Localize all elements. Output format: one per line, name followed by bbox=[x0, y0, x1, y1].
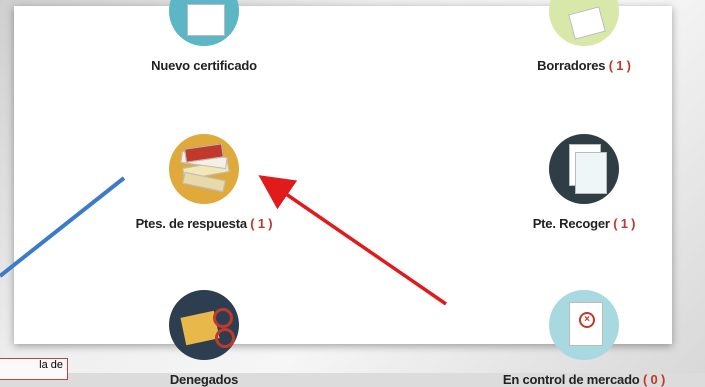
blue-line bbox=[0, 176, 126, 278]
annotation-arrows bbox=[0, 175, 447, 306]
red-arrow bbox=[258, 175, 447, 306]
count-badge: ( 0 ) bbox=[642, 372, 666, 387]
tile-label: En control de mercado bbox=[502, 372, 640, 387]
tile-label: Denegados bbox=[169, 372, 239, 387]
